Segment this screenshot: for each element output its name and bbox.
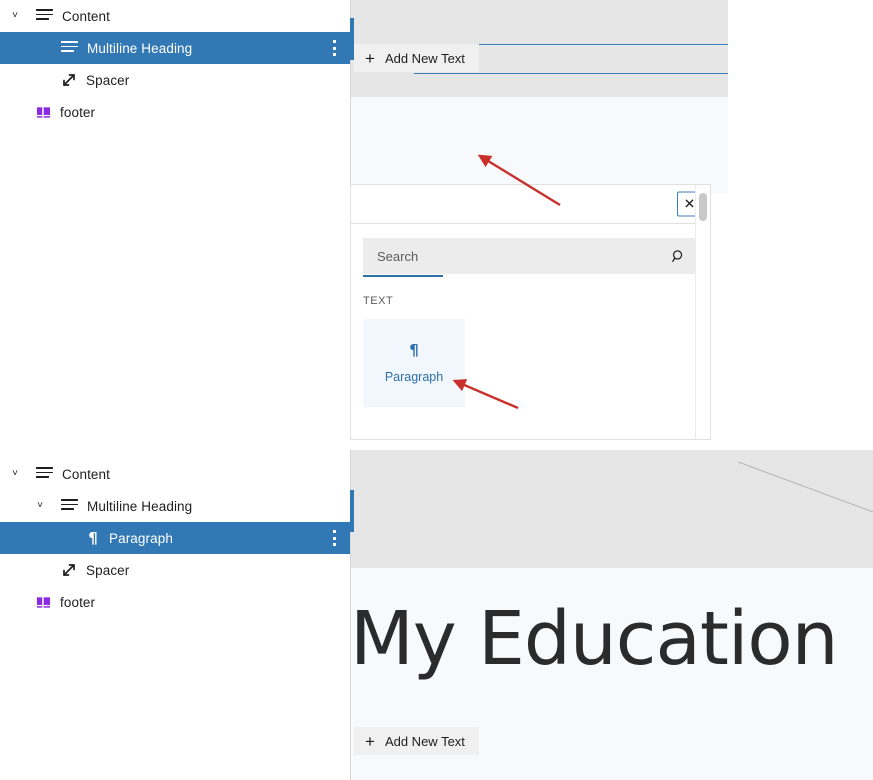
pilcrow-icon: ¶ [88, 528, 98, 547]
heading-lines-icon [61, 499, 78, 513]
spacer-arrow-icon [61, 562, 77, 578]
more-options-icon[interactable] [332, 530, 336, 546]
add-new-text-label: Add New Text [384, 50, 465, 66]
tree-item-content[interactable]: ˅ Content [0, 0, 350, 32]
inserter-body: Search TEXT ¶ Paragraph [351, 224, 710, 407]
tree-item-footer[interactable]: footer [0, 96, 350, 128]
tree-item-label: Multiline Heading [87, 40, 193, 56]
search-input[interactable]: Search [363, 238, 698, 274]
screen-root: ˅ Content Multiline Heading Spacer footer + … [0, 0, 873, 780]
more-options-icon[interactable] [332, 40, 336, 56]
scrollbar-thumb[interactable] [699, 193, 707, 221]
preview-gray-area-after [350, 450, 873, 568]
block-tree-before[interactable]: ˅ Content Multiline Heading Spacer footer [0, 0, 350, 128]
tree-item-spacer[interactable]: Spacer [0, 64, 350, 96]
insert-line-bottom [414, 73, 728, 74]
tree-item-content[interactable]: ˅ Content [0, 458, 350, 490]
search-active-underline [363, 274, 443, 277]
tree-item-multiline-heading[interactable]: Multiline Heading [0, 32, 350, 64]
footer-block-icon [36, 105, 51, 120]
plus-icon: + [365, 731, 375, 751]
heading-lines-icon [61, 41, 78, 55]
tree-item-spacer[interactable]: Spacer [0, 554, 350, 586]
heading-lines-icon [36, 467, 53, 481]
tree-item-label: Multiline Heading [87, 498, 193, 514]
inserter-header: ✕ [351, 185, 710, 224]
add-new-text-label: Add New Text [384, 733, 465, 749]
preview-canvas-before [350, 97, 728, 193]
section-title-text: TEXT [363, 295, 394, 307]
heading-lines-icon [36, 9, 53, 23]
tree-item-label: footer [60, 104, 96, 120]
preview-pane-after: My Education + Add New Text [350, 450, 873, 780]
tree-item-label: Content [62, 466, 110, 482]
preview-heading-text: My Education [350, 596, 839, 682]
tree-item-label: Paragraph [109, 530, 173, 546]
spacer-arrow-icon [61, 72, 77, 88]
add-new-text-button-before[interactable]: + Add New Text [354, 44, 479, 72]
chevron-down-icon[interactable]: ˅ [33, 499, 47, 513]
chevron-down-icon[interactable]: ˅ [8, 467, 22, 481]
search-field-wrapper: Search [363, 238, 698, 277]
add-new-text-button-after[interactable]: + Add New Text [354, 727, 479, 755]
footer-block-icon [36, 595, 51, 610]
tree-item-label: footer [60, 594, 96, 610]
tree-item-label: Spacer [86, 72, 130, 88]
block-card-paragraph[interactable]: ¶ Paragraph [363, 319, 465, 407]
inserter-scrollbar[interactable] [695, 185, 710, 439]
pilcrow-icon: ¶ [409, 340, 419, 359]
search-placeholder: Search [377, 248, 419, 264]
tree-item-label: Spacer [86, 562, 130, 578]
decorative-diagonal-line [738, 461, 873, 513]
tree-item-label: Content [62, 8, 110, 24]
tree-item-footer[interactable]: footer [0, 586, 350, 618]
block-tree-after[interactable]: ˅ Content ˅ Multiline Heading ¶ Paragraph Spac… [0, 458, 350, 618]
search-icon [671, 249, 686, 264]
tree-item-paragraph[interactable]: ¶ Paragraph [0, 522, 350, 554]
block-card-label: Paragraph [384, 369, 444, 384]
block-inserter-popup[interactable]: ✕ Search TEXT ¶ Paragraph [350, 184, 711, 440]
tree-item-multiline-heading[interactable]: ˅ Multiline Heading [0, 490, 350, 522]
plus-icon: + [365, 48, 375, 68]
chevron-down-icon[interactable]: ˅ [8, 9, 22, 23]
selection-marker-after [350, 490, 354, 532]
